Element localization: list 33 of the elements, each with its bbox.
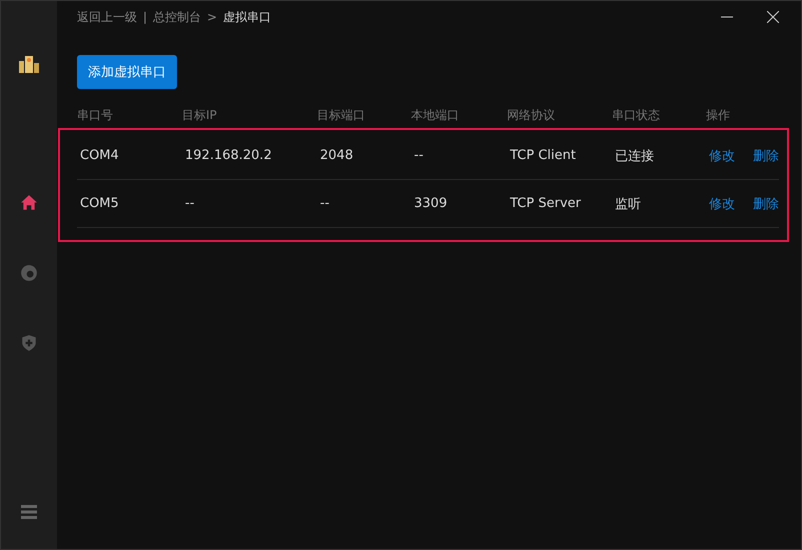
delete-link[interactable]: 删除 <box>753 146 779 164</box>
column-header: 本地端口 <box>411 106 460 124</box>
breadcrumb-arrow: > <box>207 10 218 24</box>
breadcrumb-separator: | <box>143 10 148 24</box>
menu-icon[interactable] <box>21 505 37 519</box>
table-cell-text: TCP Server <box>510 196 582 211</box>
ring-nav-icon[interactable] <box>19 263 39 283</box>
column-header: 操作 <box>706 106 731 124</box>
delete-link[interactable]: 删除 <box>753 194 779 212</box>
table-cell-text: COM5 <box>80 196 120 211</box>
back-link[interactable]: 返回上一级 <box>77 8 137 26</box>
table-cell-text: COM4 <box>80 148 120 163</box>
breadcrumb-link[interactable]: 总控制台 <box>153 8 202 26</box>
table-cell-text: 192.168.20.2 <box>185 148 273 163</box>
close-icon[interactable] <box>767 11 779 23</box>
edit-link[interactable]: 修改 <box>709 146 735 164</box>
table-cell-text: 2048 <box>320 148 354 163</box>
table-cell-text: 3309 <box>414 196 448 211</box>
column-header: 串口号 <box>77 106 114 124</box>
table-cell-text: -- <box>414 148 424 163</box>
table-cell-text: 监听 <box>615 196 642 212</box>
home-nav-icon[interactable] <box>19 193 39 213</box>
table-cell-text: -- <box>320 196 330 211</box>
edit-link[interactable]: 修改 <box>709 194 735 212</box>
table-cell-text: 已连接 <box>615 148 655 164</box>
table-cell-text: TCP Client <box>510 148 577 163</box>
column-header: 目标端口 <box>317 106 366 124</box>
column-header: 目标IP <box>182 106 218 124</box>
column-header: 串口状态 <box>612 106 661 124</box>
add-virtual-port-button[interactable]: 添加虚拟串口 <box>77 55 177 89</box>
breadcrumb-current: 虚拟串口 <box>223 8 272 26</box>
table-cell-text: -- <box>185 196 196 211</box>
column-header: 网络协议 <box>507 106 556 124</box>
